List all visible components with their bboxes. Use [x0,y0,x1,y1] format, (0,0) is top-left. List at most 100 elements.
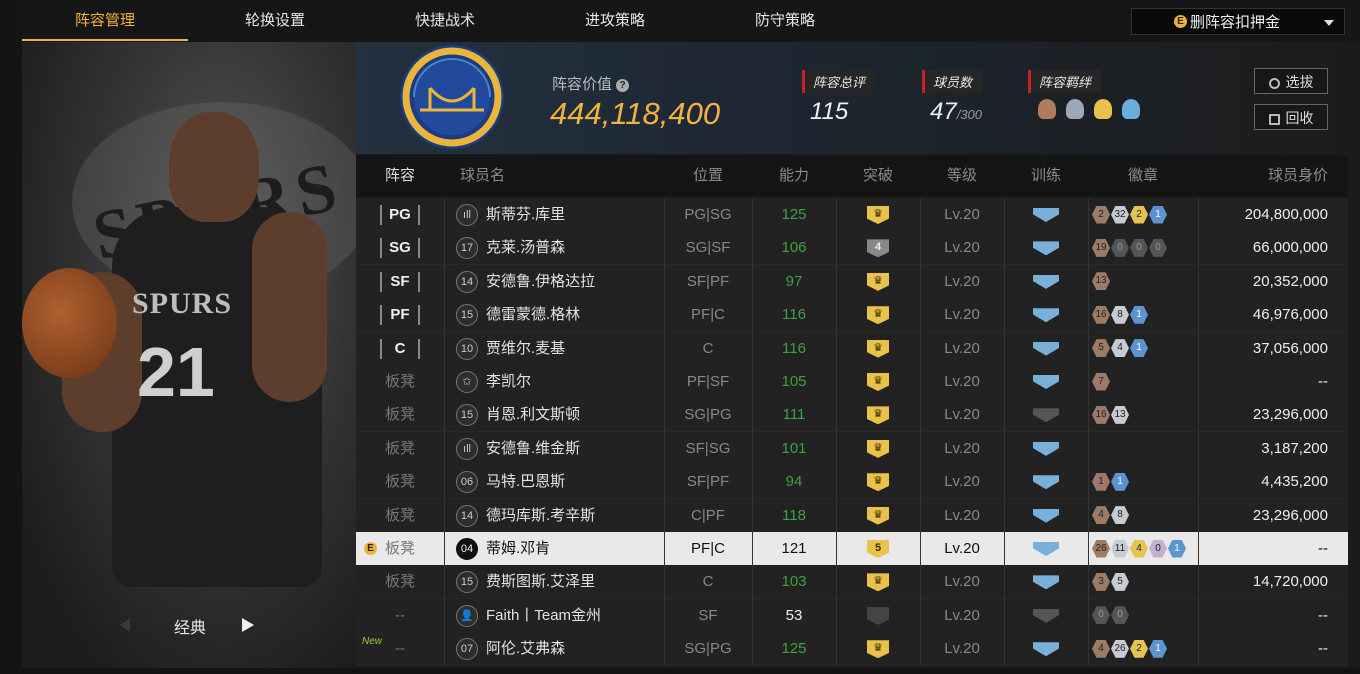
slot-cell[interactable]: PF [356,298,444,331]
table-row[interactable]: -- 👤 Faith丨Team金州 SF 53 Lv.20 0 0 -- [356,598,1348,633]
table-row[interactable]: 板凳 ✩ 李凯尔 PF|SF 105 ♛ Lv.20 7 -- [356,365,1348,399]
player-name-cell[interactable]: ıll 斯蒂芬.库里 [456,198,661,231]
table-row[interactable]: PG ıll 斯蒂芬.库里 PG|SG 125 ♛ Lv.20 2 32 2 1 204,800,00… [356,198,1348,232]
training-cell[interactable] [1004,332,1088,365]
training-cell[interactable] [1004,432,1088,465]
column-header-name[interactable]: 球员名 [444,155,532,197]
slot-cell[interactable]: SG [356,231,444,264]
player-name-cell[interactable]: 15 德雷蒙德.格林 [456,298,661,331]
top-tab-bar: 阵容管理 轮换设置 快捷战术 进攻策略 防守策略 E 删阵容扣押金 [22,0,1360,42]
player-level: Lv.20 [944,206,980,223]
training-cell[interactable] [1004,365,1088,398]
slot-cell[interactable]: 板凳 [356,365,444,398]
table-row[interactable]: 板凳 15 肖恩.利文斯顿 SG|PG 111 ♛ Lv.20 16 13 23,296,000 [356,398,1348,433]
draft-button[interactable]: 选拔 [1254,68,1328,94]
column-header-level[interactable]: 等级 [920,155,1004,197]
player-position: SF|PF [686,473,730,491]
slot-cell[interactable]: 板凳 [356,565,444,598]
column-header-breakthrough[interactable]: 突破 [836,155,920,197]
player-position: C [702,573,714,591]
training-cell[interactable] [1004,265,1088,298]
bond-silver-icon[interactable] [1066,99,1084,119]
lineup-deposit-dropdown[interactable]: E 删阵容扣押金 [1131,8,1345,35]
tab-defense-strategy[interactable]: 防守策略 [702,0,868,42]
help-icon[interactable]: ? [616,79,630,92]
training-cell[interactable] [1004,532,1088,565]
training-cell[interactable] [1004,198,1088,231]
player-name-cell[interactable]: 15 肖恩.利文斯顿 [456,398,661,431]
slot-cell[interactable]: C [356,332,444,365]
player-name-cell[interactable]: 15 费斯图斯.艾泽里 [456,565,661,598]
training-cell[interactable] [1004,565,1088,598]
slot-cell[interactable]: SF [356,265,444,298]
style-next-arrow-icon[interactable] [242,618,254,632]
column-header-slot[interactable]: 阵容 [356,155,444,197]
slot-cell[interactable]: -- [356,632,444,665]
training-cell[interactable] [1004,398,1088,431]
style-prev-arrow-icon[interactable] [120,618,130,632]
bond-blue-icon[interactable] [1122,99,1140,119]
player-name-cell[interactable]: 04 蒂姆.邓肯 [456,532,661,565]
badge-count-icon: 7 [1092,372,1110,391]
player-name-cell[interactable]: 17 克莱.汤普森 [456,231,661,264]
player-name-cell[interactable]: ıll 安德鲁.维金斯 [456,432,661,465]
slot-cell[interactable]: 板凳 [356,465,444,498]
table-row[interactable]: 板凳 14 德玛库斯.考辛斯 C|PF 118 ♛ Lv.20 4 8 23,296,000 [356,498,1348,533]
slot-cell[interactable]: 板凳 [356,532,444,565]
table-row[interactable]: SF 14 安德鲁.伊格达拉 SF|PF 97 ♛ Lv.20 13 20,352,000 [356,264,1348,299]
badge-count-icon: 1 [1149,205,1167,224]
recycle-button[interactable]: 回收 [1254,104,1328,130]
player-name-cell[interactable]: 07 阿伦.艾弗森 [456,632,661,665]
training-cell[interactable] [1004,499,1088,532]
player-name-cell[interactable]: 14 安德鲁.伊格达拉 [456,265,661,298]
badge-list: 00 [1092,599,1130,632]
player-worth: -- [1318,606,1328,624]
slot-cell[interactable]: 板凳 [356,432,444,465]
column-header-badges[interactable]: 徽章 [1088,155,1198,197]
badge-list: 19 0 0 0 [1092,231,1168,264]
player-level: Lv.20 [944,306,980,324]
bond-gold-icon[interactable] [1094,99,1112,119]
player-worth: 3,187,200 [1261,439,1328,457]
training-cell[interactable] [1004,298,1088,331]
table-row[interactable]: 板凳 15 费斯图斯.艾泽里 C 103 ♛ Lv.20 3 5 14,720,000 [356,565,1348,600]
table-row[interactable]: E 板凳 04 蒂姆.邓肯 PF|C 121 5 Lv.20 26 11 4 0 1 -- [356,532,1348,566]
table-row[interactable]: 板凳 06 马特.巴恩斯 SF|PF 94 ♛ Lv.20 1 1 4,435,200 [356,465,1348,500]
training-cell[interactable] [1004,599,1088,632]
training-cell[interactable] [1004,632,1088,665]
breakthrough-shield-icon: ♛ [867,306,889,325]
column-header-worth[interactable]: 球员身价 [1198,155,1348,197]
training-cell[interactable] [1004,231,1088,264]
badge-count-icon: 8 [1111,305,1129,324]
table-row[interactable]: New -- 07 阿伦.艾弗森 SG|PG 125 ♛ Lv.20 4 26 2 1 -- [356,632,1348,667]
table-row[interactable]: PF 15 德雷蒙德.格林 PF|C 116 ♛ Lv.20 16 8 1 46,976,000 [356,298,1348,333]
player-name-cell[interactable]: 👤 Faith丨Team金州 [456,599,661,632]
player-jersey-number: 21 [137,333,215,411]
column-header-ability[interactable]: 能力 [752,155,836,197]
player-name-cell[interactable]: 10 贾维尔.麦基 [456,332,661,365]
player-name-cell[interactable]: 06 马特.巴恩斯 [456,465,661,498]
table-row[interactable]: C 10 贾维尔.麦基 C 116 ♛ Lv.20 5 4 1 37,056,000 [356,331,1348,366]
slot-cell[interactable]: 板凳 [356,398,444,431]
player-name-cell[interactable]: ✩ 李凯尔 [456,365,661,398]
column-header-training[interactable]: 训练 [1004,155,1088,197]
column-divider [444,465,445,499]
basketball-icon [22,268,117,378]
breakthrough-shield-icon: ♛ [867,439,889,458]
slot-cell[interactable]: -- [356,599,444,632]
player-position: SF [698,606,718,624]
training-cell[interactable] [1004,465,1088,498]
tab-lineup-management[interactable]: 阵容管理 [22,0,188,42]
column-divider [1088,565,1089,599]
tab-offense-strategy[interactable]: 进攻策略 [532,0,698,42]
table-row[interactable]: SG 17 克莱.汤普森 SG|SF 106 4 Lv.20 19 0 0 0 66,000,000 [356,231,1348,266]
badge-list: 7 [1092,365,1111,398]
table-row[interactable]: 板凳 ıll 安德鲁.维金斯 SF|SG 101 ♛ Lv.20 3,187,200 [356,431,1348,466]
slot-cell[interactable]: 板凳 [356,499,444,532]
slot-cell[interactable]: PG [356,198,444,231]
tab-rotation-settings[interactable]: 轮换设置 [192,0,358,42]
player-name-cell[interactable]: 14 德玛库斯.考辛斯 [456,499,661,532]
column-header-position[interactable]: 位置 [664,155,752,197]
bond-bronze-icon[interactable] [1038,99,1056,119]
tab-quick-tactics[interactable]: 快捷战术 [362,0,528,42]
